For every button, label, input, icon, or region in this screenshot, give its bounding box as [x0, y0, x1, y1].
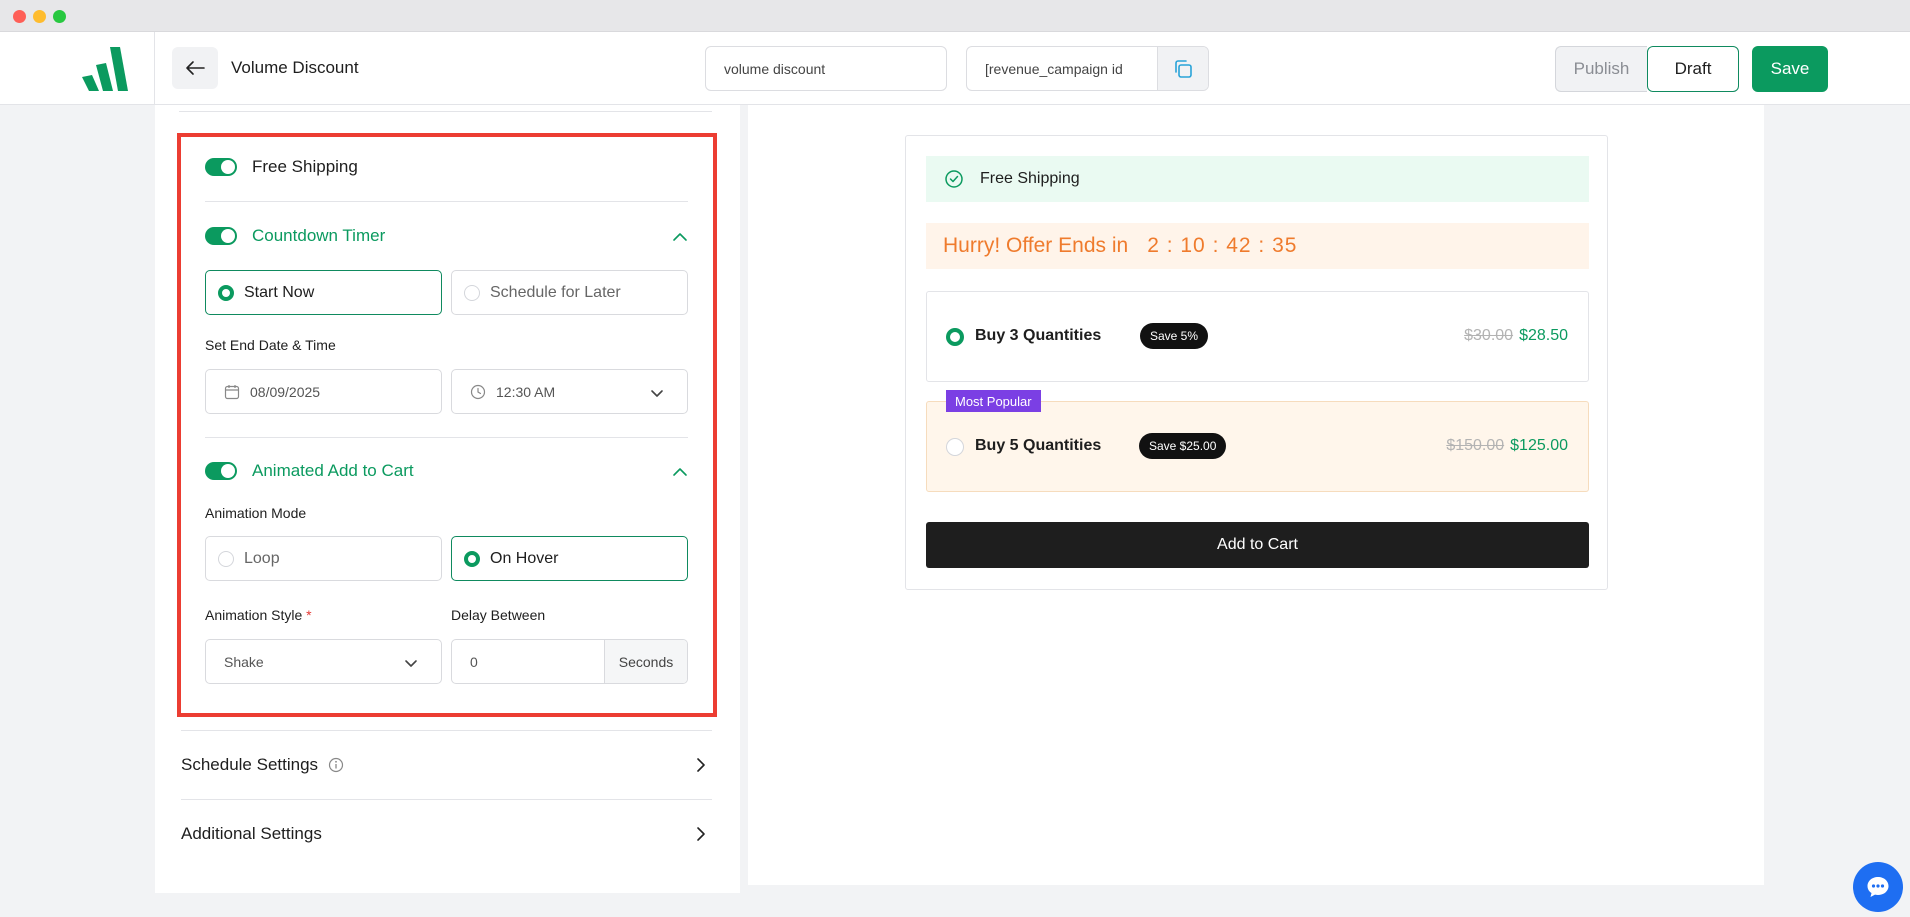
animation-style-select[interactable]: Shake [205, 639, 442, 684]
draft-button[interactable]: Draft [1647, 46, 1739, 92]
end-time-select[interactable]: 12:30 AM [451, 369, 688, 414]
radio-unselected [946, 438, 964, 456]
radio-unselected [218, 550, 234, 567]
delay-label: Delay Between [451, 607, 546, 623]
end-time-value: 12:30 AM [496, 383, 556, 400]
copy-icon [1175, 59, 1192, 78]
free-shipping-row: Free Shipping [205, 157, 358, 177]
free-shipping-toggle[interactable] [205, 158, 237, 176]
end-date-label: Set End Date & Time [205, 337, 336, 353]
divider [205, 437, 688, 438]
tier-title: Buy 5 Quantities [975, 437, 1102, 454]
divider [205, 201, 688, 202]
new-price: $28.50 [1519, 327, 1568, 344]
animation-style-value: Shake [224, 653, 264, 670]
divider [179, 111, 712, 112]
countdown-timer-label: Countdown Timer [252, 226, 386, 245]
save-badge: Save 5% [1140, 323, 1209, 349]
loop-option[interactable]: Loop [205, 536, 442, 581]
animation-style-label: Animation Style * [205, 607, 312, 623]
countdown-timer-toggle[interactable] [205, 227, 237, 245]
delay-input-group: 0 Seconds [451, 639, 688, 684]
back-button[interactable] [172, 47, 218, 89]
preview-panel: Free Shipping Hurry! Offer Ends in 2 : 1… [748, 105, 1764, 885]
timer-value: 2 : 10 : 42 : 35 [1147, 234, 1298, 257]
chevron-up-icon[interactable] [672, 464, 688, 480]
countdown-timer-row: Countdown Timer [205, 226, 385, 246]
save-badge: Save $25.00 [1139, 433, 1227, 459]
save-button[interactable]: Save [1752, 46, 1828, 92]
shortcode-field[interactable]: [revenue_campaign id=' [966, 46, 1209, 91]
highlight-outline [177, 133, 717, 717]
start-now-option[interactable]: Start Now [205, 270, 442, 315]
tier-option-2[interactable]: Most Popular Buy 5 Quantities Save $25.0… [926, 390, 1589, 492]
timer-text: Hurry! Offer Ends in [943, 234, 1129, 257]
additional-settings-section[interactable]: Additional Settings [181, 800, 712, 868]
start-now-label: Start Now [244, 283, 315, 301]
chevron-up-icon[interactable] [672, 229, 688, 245]
clock-icon [470, 384, 486, 399]
free-shipping-label: Free Shipping [252, 157, 358, 176]
app-header: Volume Discount [revenue_campaign id=' P… [0, 32, 1910, 105]
check-circle-icon [945, 170, 963, 188]
tier-option-1[interactable]: Buy 3 Quantities Save 5% $30.00 $28.50 [926, 291, 1589, 382]
delay-input[interactable]: 0 [452, 654, 604, 670]
chevron-down-icon [651, 390, 663, 397]
window-close-button[interactable] [13, 10, 26, 23]
settings-panel: Free Shipping Countdown Timer Start Now … [155, 105, 740, 893]
logo-area [0, 32, 155, 105]
animated-cart-row: Animated Add to Cart [205, 461, 414, 481]
offer-preview-card: Free Shipping Hurry! Offer Ends in 2 : 1… [905, 135, 1608, 590]
publish-button[interactable]: Publish [1555, 46, 1647, 92]
logo-icon[interactable] [82, 47, 128, 91]
tier-price: $150.00 $125.00 [1446, 437, 1568, 455]
window-maximize-button[interactable] [53, 10, 66, 23]
chat-button[interactable] [1853, 862, 1903, 912]
info-icon[interactable] [328, 757, 344, 773]
copy-shortcode-button[interactable] [1157, 47, 1208, 90]
chat-icon [1867, 877, 1889, 897]
animation-mode-label: Animation Mode [205, 505, 307, 521]
campaign-name-input[interactable] [705, 46, 947, 91]
old-price: $150.00 [1446, 437, 1505, 454]
radio-selected [218, 284, 234, 301]
schedule-later-label: Schedule for Later [490, 283, 621, 301]
calendar-icon [224, 384, 240, 399]
window-minimize-button[interactable] [33, 10, 46, 23]
add-to-cart-button[interactable]: Add to Cart [926, 522, 1589, 568]
on-hover-option[interactable]: On Hover [451, 536, 688, 581]
chevron-right-icon [697, 758, 705, 772]
new-price: $125.00 [1510, 437, 1568, 454]
radio-selected [464, 550, 480, 567]
schedule-settings-label: Schedule Settings [181, 755, 319, 774]
delay-unit: Seconds [604, 640, 687, 683]
tier-title: Buy 3 Quantities [975, 327, 1102, 344]
end-date-picker[interactable]: 08/09/2025 [205, 369, 442, 414]
animated-cart-toggle[interactable] [205, 462, 237, 480]
radio-selected [946, 328, 964, 346]
page-title: Volume Discount [231, 58, 359, 77]
schedule-settings-section[interactable]: Schedule Settings [181, 731, 712, 799]
most-popular-tag: Most Popular [946, 390, 1041, 412]
back-arrow-icon [186, 61, 205, 75]
free-shipping-text: Free Shipping [980, 170, 1080, 187]
radio-unselected [464, 284, 480, 301]
window-titlebar [0, 0, 1910, 32]
tier-price: $30.00 $28.50 [1464, 327, 1568, 345]
status-toggle-group: Publish Draft [1555, 46, 1739, 92]
animation-style-text: Animation Style [205, 607, 303, 623]
required-marker: * [306, 607, 312, 623]
chevron-down-icon [405, 660, 417, 667]
old-price: $30.00 [1464, 327, 1514, 344]
loop-label: Loop [244, 549, 280, 567]
chevron-right-icon [697, 827, 705, 841]
on-hover-label: On Hover [490, 549, 559, 567]
free-shipping-banner: Free Shipping [926, 156, 1589, 202]
schedule-later-option[interactable]: Schedule for Later [451, 270, 688, 315]
countdown-banner: Hurry! Offer Ends in 2 : 10 : 42 : 35 [926, 223, 1589, 269]
additional-settings-label: Additional Settings [181, 824, 322, 843]
shortcode-text: [revenue_campaign id=' [985, 61, 1123, 77]
animated-cart-label: Animated Add to Cart [252, 461, 414, 480]
end-date-value: 08/09/2025 [250, 383, 321, 400]
